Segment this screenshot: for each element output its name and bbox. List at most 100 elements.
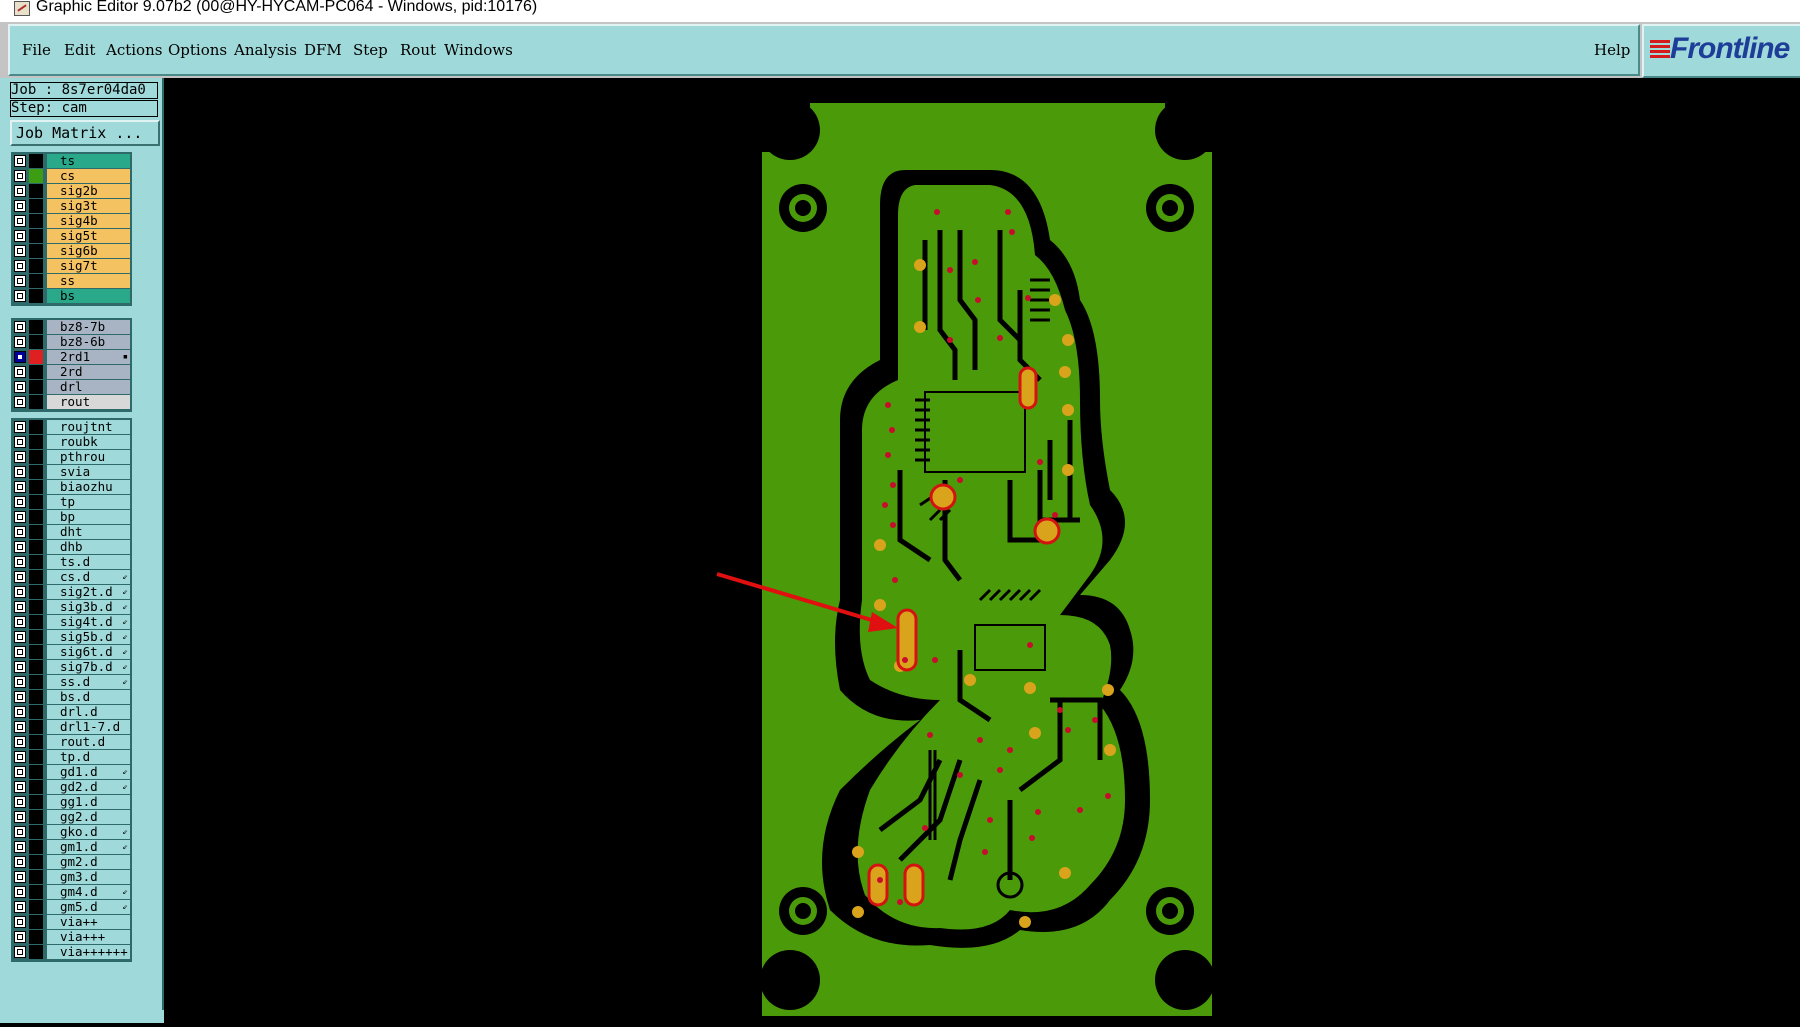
layer-row[interactable]: dht [13, 525, 130, 540]
layer-checkbox[interactable] [14, 321, 26, 333]
menu-step[interactable]: Step [353, 41, 388, 59]
panel-scrollbar[interactable] [0, 1010, 164, 1023]
layer-name[interactable]: ss [47, 274, 130, 288]
layer-color-swatch[interactable] [29, 900, 43, 914]
layer-row[interactable]: via++ [13, 915, 130, 930]
layer-name[interactable]: bs [47, 289, 130, 303]
layer-row[interactable]: pthrou [13, 450, 130, 465]
layer-row[interactable]: gm2.d [13, 855, 130, 870]
layer-color-swatch[interactable] [29, 169, 43, 183]
layer-checkbox[interactable] [14, 886, 26, 898]
board-view[interactable] [164, 78, 1800, 1023]
layer-row[interactable]: svia [13, 465, 130, 480]
layer-row[interactable]: dhb [13, 540, 130, 555]
layer-row[interactable]: sig4b [13, 214, 130, 229]
layer-row[interactable]: gko.d ⇙ [13, 825, 130, 840]
layer-row[interactable]: gg2.d [13, 810, 130, 825]
menu-edit[interactable]: Edit [64, 41, 95, 59]
layer-name[interactable]: roubk [47, 435, 130, 449]
layer-color-swatch[interactable] [29, 435, 43, 449]
layer-row[interactable]: sig6t.d ⇙ [13, 645, 130, 660]
layer-row[interactable]: 2rd1 ▪ [13, 350, 130, 365]
layer-name[interactable]: dhb [47, 540, 130, 554]
layer-row[interactable]: bs [13, 289, 130, 304]
layer-name[interactable]: cs [47, 169, 130, 183]
layer-row[interactable]: cs.d ⇙ [13, 570, 130, 585]
menu-rout[interactable]: Rout [400, 41, 436, 59]
layer-color-swatch[interactable] [29, 274, 43, 288]
layer-row[interactable]: sig3t [13, 199, 130, 214]
layer-color-swatch[interactable] [29, 810, 43, 824]
layer-checkbox[interactable] [14, 511, 26, 523]
layer-checkbox[interactable] [14, 541, 26, 553]
layer-color-swatch[interactable] [29, 229, 43, 243]
layer-name[interactable]: gm2.d [47, 855, 130, 869]
layer-row[interactable]: rout.d [13, 735, 130, 750]
layer-row[interactable]: roujtnt [13, 420, 130, 435]
layer-name[interactable]: gm1.d ⇙ [47, 840, 130, 854]
layer-color-swatch[interactable] [29, 855, 43, 869]
layer-color-swatch[interactable] [29, 720, 43, 734]
layer-checkbox[interactable] [14, 901, 26, 913]
layer-row[interactable]: bp [13, 510, 130, 525]
layer-checkbox[interactable] [14, 766, 26, 778]
layer-checkbox[interactable] [14, 466, 26, 478]
layer-color-swatch[interactable] [29, 184, 43, 198]
layer-name[interactable]: sig7t [47, 259, 130, 273]
layer-checkbox[interactable] [14, 496, 26, 508]
layer-checkbox[interactable] [14, 200, 26, 212]
layer-color-swatch[interactable] [29, 930, 43, 944]
menu-dfm[interactable]: DFM [304, 41, 342, 59]
layer-color-swatch[interactable] [29, 259, 43, 273]
layer-checkbox[interactable] [14, 556, 26, 568]
layer-color-swatch[interactable] [29, 380, 43, 394]
layer-name[interactable]: svia [47, 465, 130, 479]
layer-name[interactable]: 2rd1 ▪ [47, 350, 130, 364]
layer-color-swatch[interactable] [29, 825, 43, 839]
layer-row[interactable]: drl [13, 380, 130, 395]
menu-actions[interactable]: Actions [106, 41, 162, 59]
layer-name[interactable]: drl1-7.d [47, 720, 130, 734]
layer-checkbox[interactable] [14, 706, 26, 718]
layer-checkbox[interactable] [14, 811, 26, 823]
layer-name[interactable]: rout [47, 395, 130, 409]
layer-name[interactable]: sig6t.d ⇙ [47, 645, 130, 659]
layer-row[interactable]: sig5b.d ⇙ [13, 630, 130, 645]
layer-name[interactable]: gd1.d ⇙ [47, 765, 130, 779]
layer-name[interactable]: gd2.d ⇙ [47, 780, 130, 794]
layer-name[interactable]: bz8-6b [47, 335, 130, 349]
layer-name[interactable]: gg1.d [47, 795, 130, 809]
layer-name[interactable]: sig4b [47, 214, 130, 228]
layer-row[interactable]: sig6b [13, 244, 130, 259]
layer-name[interactable]: ts [47, 154, 130, 168]
layer-checkbox[interactable] [14, 691, 26, 703]
layer-name[interactable]: sig4t.d ⇙ [47, 615, 130, 629]
layer-color-swatch[interactable] [29, 705, 43, 719]
layer-color-swatch[interactable] [29, 690, 43, 704]
layer-color-swatch[interactable] [29, 525, 43, 539]
layer-color-swatch[interactable] [29, 840, 43, 854]
layer-checkbox[interactable] [14, 396, 26, 408]
layer-checkbox[interactable] [14, 601, 26, 613]
layer-row[interactable]: ts [13, 154, 130, 169]
layer-color-swatch[interactable] [29, 510, 43, 524]
layer-name[interactable]: drl [47, 380, 130, 394]
layer-color-swatch[interactable] [29, 885, 43, 899]
layer-color-swatch[interactable] [29, 600, 43, 614]
layer-color-swatch[interactable] [29, 480, 43, 494]
layer-name[interactable]: gm3.d [47, 870, 130, 884]
layer-name[interactable]: pthrou [47, 450, 130, 464]
layer-name[interactable]: sig2t.d ⇙ [47, 585, 130, 599]
layer-color-swatch[interactable] [29, 675, 43, 689]
layer-row[interactable]: bz8-7b [13, 320, 130, 335]
layer-name[interactable]: sig2b [47, 184, 130, 198]
layer-checkbox[interactable] [14, 351, 26, 363]
layer-row[interactable]: rout [13, 395, 130, 410]
layer-name[interactable]: sig6b [47, 244, 130, 258]
layer-name[interactable]: bp [47, 510, 130, 524]
layer-color-swatch[interactable] [29, 585, 43, 599]
layer-row[interactable]: cs [13, 169, 130, 184]
layer-row[interactable]: via+++ [13, 930, 130, 945]
layer-color-swatch[interactable] [29, 289, 43, 303]
layer-row[interactable]: sig5t [13, 229, 130, 244]
